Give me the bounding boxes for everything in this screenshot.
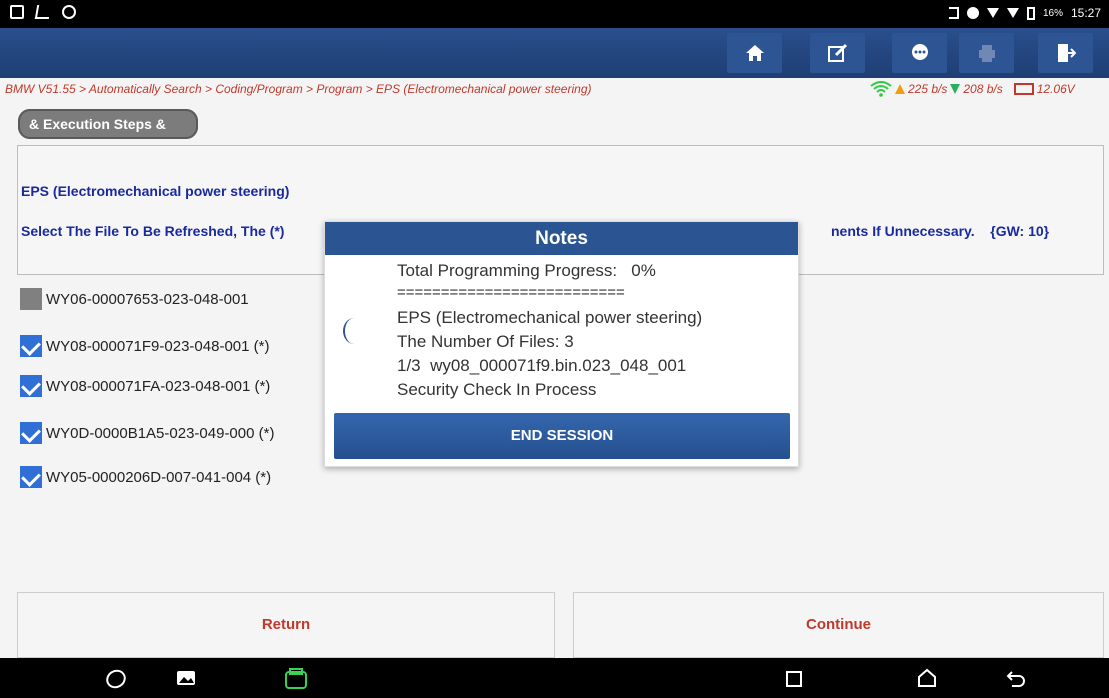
notification-icon bbox=[10, 5, 24, 19]
top-toolbar bbox=[0, 28, 1109, 78]
browser-icon[interactable] bbox=[105, 668, 127, 690]
edit-button[interactable] bbox=[810, 33, 865, 73]
file-count-line: The Number Of Files: 3 bbox=[397, 332, 574, 351]
vci-icon[interactable] bbox=[284, 668, 308, 690]
home-icon bbox=[746, 45, 764, 61]
checkbox-checked[interactable] bbox=[20, 335, 42, 357]
clock: 15:27 bbox=[1070, 6, 1101, 20]
current-file-line: 1/3 wy08_000071f9.bin.023_048_001 bbox=[397, 356, 687, 375]
chat-icon bbox=[912, 44, 928, 60]
continue-button[interactable]: Continue bbox=[573, 592, 1104, 658]
upload-arrow-icon bbox=[895, 84, 905, 94]
module-name: EPS (Electromechanical power steering) bbox=[21, 183, 290, 199]
car-battery-icon bbox=[1013, 83, 1034, 95]
edit-icon bbox=[828, 43, 848, 62]
dialog-title: Notes bbox=[325, 222, 798, 255]
download-rate: 208 b/s bbox=[963, 82, 1003, 96]
file-label: WY05-0000206D-007-041-004 (*) bbox=[46, 468, 272, 486]
chat-button[interactable] bbox=[892, 33, 947, 73]
instruction-text-end: nents If Unnecessary. {GW: 10} bbox=[831, 223, 1050, 239]
checkbox-unchecked[interactable] bbox=[20, 288, 42, 310]
home-button[interactable] bbox=[727, 33, 782, 73]
exit-icon bbox=[1058, 44, 1076, 62]
file-label: WY06-00007653-023-048-001 bbox=[46, 290, 249, 308]
status-bar: 16% 15:27 bbox=[0, 0, 1109, 28]
download-arrow-icon bbox=[950, 84, 961, 94]
file-label: WY08-000071F9-023-048-001 (*) bbox=[46, 337, 270, 355]
breadcrumb-row: BMW V51.55 > Automatically Search > Codi… bbox=[0, 78, 1109, 102]
gallery-icon[interactable] bbox=[176, 670, 196, 686]
voltage: 12.06V bbox=[1036, 82, 1075, 96]
execution-steps-button[interactable]: & Execution Steps & bbox=[18, 109, 198, 139]
app-notification-icon bbox=[62, 5, 76, 19]
wifi-signal-icon bbox=[986, 8, 999, 18]
breadcrumb: BMW V51.55 > Automatically Search > Codi… bbox=[5, 82, 592, 96]
file-item[interactable]: WY06-00007653-023-048-001 bbox=[20, 288, 249, 310]
wifi-icon bbox=[870, 81, 892, 97]
notes-dialog: Notes Total Programming Progress: 0% ===… bbox=[324, 221, 799, 467]
separator-line: ========================== bbox=[397, 284, 625, 301]
module-line: EPS (Electromechanical power steering) bbox=[397, 308, 703, 327]
status-line: Security Check In Process bbox=[397, 380, 597, 399]
checkbox-checked[interactable] bbox=[20, 466, 42, 488]
file-label: WY0D-0000B1A5-023-049-000 (*) bbox=[46, 424, 275, 442]
end-session-button[interactable]: END SESSION bbox=[334, 413, 790, 459]
usb-icon bbox=[34, 5, 52, 19]
back-icon[interactable] bbox=[1006, 668, 1026, 688]
battery-icon bbox=[1026, 6, 1035, 20]
upload-rate: 225 b/s bbox=[908, 82, 948, 96]
print-button[interactable] bbox=[959, 33, 1014, 73]
instruction-text: Select The File To Be Refreshed, The (*) bbox=[21, 223, 285, 239]
bluetooth-icon bbox=[948, 7, 959, 19]
checkbox-checked[interactable] bbox=[20, 422, 42, 444]
battery-percent: 16% bbox=[1042, 7, 1063, 19]
file-label: WY08-000071FA-023-048-001 (*) bbox=[46, 377, 271, 395]
cell-signal-icon bbox=[1006, 8, 1019, 18]
recent-apps-icon[interactable] bbox=[785, 670, 803, 688]
file-item[interactable]: WY08-000071FA-023-048-001 (*) bbox=[20, 375, 270, 397]
loading-spinner-icon bbox=[343, 318, 365, 344]
network-status: 225 b/s 208 b/s 12.06V bbox=[870, 81, 1075, 97]
do-not-disturb-icon bbox=[966, 7, 979, 19]
print-icon bbox=[979, 45, 995, 62]
home-nav-icon[interactable] bbox=[917, 668, 937, 688]
file-item[interactable]: WY0D-0000B1A5-023-049-000 (*) bbox=[20, 422, 274, 444]
file-item[interactable]: WY05-0000206D-007-041-004 (*) bbox=[20, 466, 271, 488]
exit-button[interactable] bbox=[1038, 33, 1093, 73]
checkbox-checked[interactable] bbox=[20, 375, 42, 397]
progress-line: Total Programming Progress: 0% bbox=[397, 261, 656, 280]
return-button[interactable]: Return bbox=[17, 592, 555, 658]
file-item[interactable]: WY08-000071F9-023-048-001 (*) bbox=[20, 335, 269, 357]
navigation-bar bbox=[0, 658, 1109, 698]
